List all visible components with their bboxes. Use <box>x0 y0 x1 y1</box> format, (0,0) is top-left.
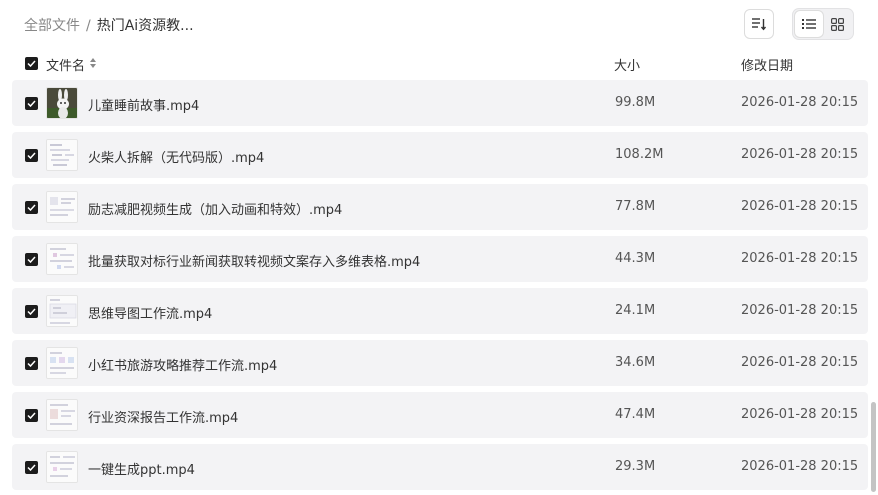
file-modified-date: 2026-01-28 20:15 <box>741 95 859 110</box>
file-size: 44.3M <box>615 251 656 266</box>
file-row[interactable]: 思维导图工作流.mp4 24.1M 2026-01-28 20:15 <box>12 288 868 334</box>
row-checkbox[interactable] <box>25 253 38 266</box>
file-row[interactable]: 一键生成ppt.mp4 29.3M 2026-01-28 20:15 <box>12 444 868 490</box>
file-row[interactable]: 行业资深报告工作流.mp4 47.4M 2026-01-28 20:15 <box>12 392 868 438</box>
video-thumbnail <box>46 191 78 223</box>
file-row[interactable]: 励志减肥视频生成（加入动画和特效）.mp4 77.8M 2026-01-28 2… <box>12 184 868 230</box>
file-name[interactable]: 励志减肥视频生成（加入动画和特效）.mp4 <box>88 199 342 218</box>
file-row[interactable]: 批量获取对标行业新闻获取转视频文案存入多维表格.mp4 44.3M 2026-0… <box>12 236 868 282</box>
column-header-name[interactable]: 文件名 <box>46 55 85 74</box>
grid-view-button[interactable] <box>823 11 851 37</box>
check-icon <box>27 256 36 263</box>
file-name[interactable]: 儿童睡前故事.mp4 <box>88 95 199 114</box>
check-icon <box>27 100 36 107</box>
breadcrumb: 全部文件 / 热门Ai资源教... <box>24 15 194 35</box>
file-size: 29.3M <box>615 459 656 474</box>
file-modified-date: 2026-01-28 20:15 <box>741 199 859 214</box>
sort-button[interactable] <box>744 9 774 39</box>
file-name[interactable]: 批量获取对标行业新闻获取转视频文案存入多维表格.mp4 <box>88 251 420 270</box>
document-preview-icon <box>47 348 77 378</box>
row-checkbox[interactable] <box>25 305 38 318</box>
list-view-icon <box>802 19 816 29</box>
list-view-button[interactable] <box>795 11 823 37</box>
check-icon <box>27 360 36 367</box>
video-thumbnail <box>46 87 78 119</box>
video-thumbnail <box>46 399 78 431</box>
row-checkbox[interactable] <box>25 149 38 162</box>
video-thumbnail <box>46 451 78 483</box>
row-checkbox[interactable] <box>25 97 38 110</box>
check-icon <box>27 464 36 471</box>
file-modified-date: 2026-01-28 20:15 <box>741 355 859 370</box>
check-icon <box>27 412 36 419</box>
file-modified-date: 2026-01-28 20:15 <box>741 459 859 474</box>
updown-arrows-icon[interactable] <box>89 57 97 69</box>
file-row[interactable]: 火柴人拆解（无代码版）.mp4 108.2M 2026-01-28 20:15 <box>12 132 868 178</box>
document-preview-icon <box>47 140 77 170</box>
row-checkbox[interactable] <box>25 461 38 474</box>
check-icon <box>27 308 36 315</box>
document-preview-icon <box>47 296 77 326</box>
sort-lines-icon <box>752 18 767 31</box>
file-row[interactable]: 小红书旅游攻略推荐工作流.mp4 34.6M 2026-01-28 20:15 <box>12 340 868 386</box>
rabbit-icon <box>47 88 77 118</box>
file-name[interactable]: 火柴人拆解（无代码版）.mp4 <box>88 147 264 166</box>
table-header: 文件名 大小 修改日期 <box>0 50 878 78</box>
check-icon <box>27 204 36 211</box>
breadcrumb-root-link[interactable]: 全部文件 <box>24 18 80 34</box>
view-toggle <box>792 8 854 40</box>
video-thumbnail <box>46 243 78 275</box>
column-header-size[interactable]: 大小 <box>614 55 640 74</box>
file-size: 24.1M <box>615 303 656 318</box>
file-name[interactable]: 思维导图工作流.mp4 <box>88 303 212 322</box>
check-icon <box>27 152 36 159</box>
document-preview-icon <box>47 400 77 430</box>
file-size: 108.2M <box>615 147 664 162</box>
document-preview-icon <box>47 244 77 274</box>
file-name[interactable]: 一键生成ppt.mp4 <box>88 459 195 478</box>
row-checkbox[interactable] <box>25 357 38 370</box>
file-size: 99.8M <box>615 95 656 110</box>
check-icon <box>27 60 36 67</box>
file-modified-date: 2026-01-28 20:15 <box>741 303 859 318</box>
file-size: 34.6M <box>615 355 656 370</box>
column-header-modified[interactable]: 修改日期 <box>741 55 793 74</box>
breadcrumb-current: 热门Ai资源教... <box>96 18 194 34</box>
file-size: 77.8M <box>615 199 656 214</box>
file-modified-date: 2026-01-28 20:15 <box>741 147 859 162</box>
row-checkbox[interactable] <box>25 409 38 422</box>
file-modified-date: 2026-01-28 20:15 <box>741 407 859 422</box>
file-name[interactable]: 小红书旅游攻略推荐工作流.mp4 <box>88 355 277 374</box>
scrollbar-thumb[interactable] <box>871 402 876 492</box>
video-thumbnail <box>46 347 78 379</box>
grid-view-icon <box>830 17 844 31</box>
file-size: 47.4M <box>615 407 656 422</box>
top-bar: 全部文件 / 热门Ai资源教... <box>0 0 878 48</box>
video-thumbnail <box>46 139 78 171</box>
file-name[interactable]: 行业资深报告工作流.mp4 <box>88 407 238 426</box>
select-all-checkbox[interactable] <box>25 57 38 70</box>
file-modified-date: 2026-01-28 20:15 <box>741 251 859 266</box>
document-preview-icon <box>47 192 77 222</box>
document-preview-icon <box>47 452 77 482</box>
breadcrumb-separator: / <box>86 18 91 34</box>
row-checkbox[interactable] <box>25 201 38 214</box>
file-row[interactable]: 儿童睡前故事.mp4 99.8M 2026-01-28 20:15 <box>12 80 868 126</box>
video-thumbnail <box>46 295 78 327</box>
